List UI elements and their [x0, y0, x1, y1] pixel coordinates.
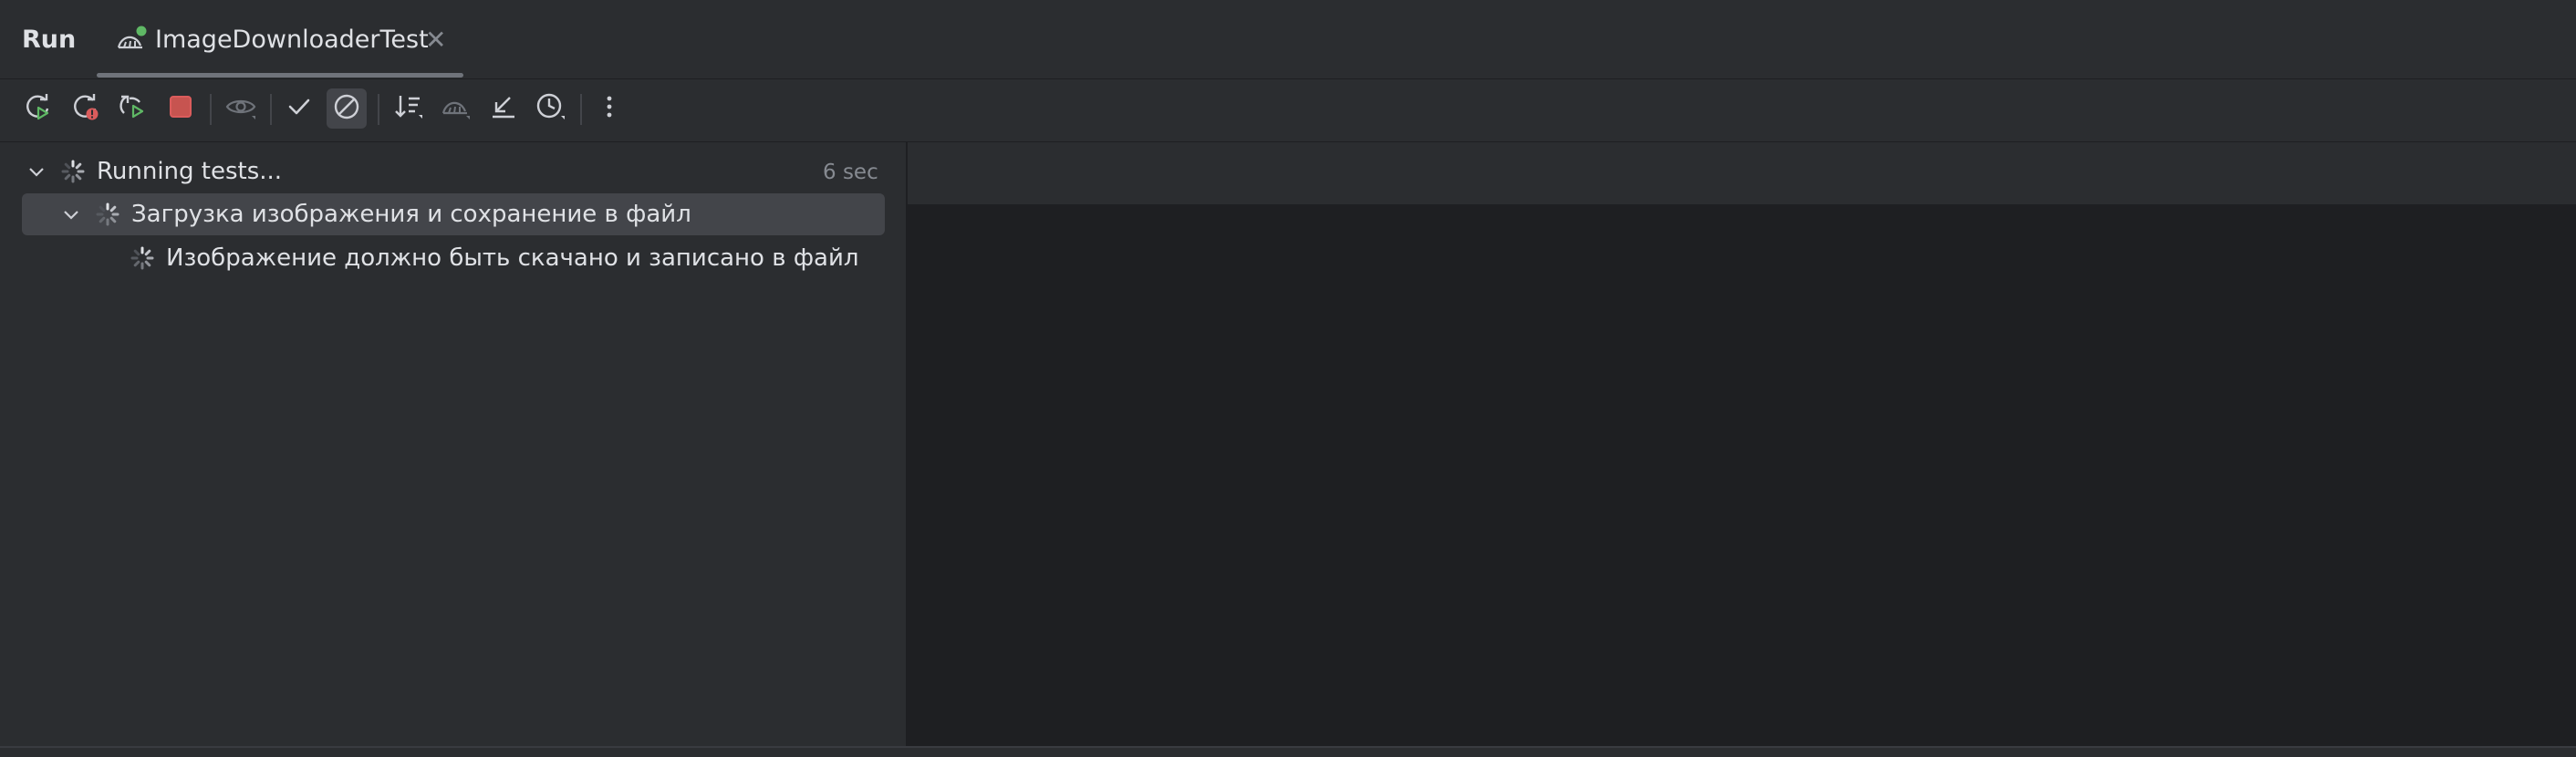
rerun-failed-button[interactable]	[66, 88, 106, 129]
tree-node-label: Загрузка изображения и сохранение в файл	[131, 201, 691, 228]
test-tree: Running tests... 6 sec Загрузка изображе…	[0, 142, 908, 746]
show-ignored-toggle-button[interactable]	[327, 88, 367, 129]
ignored-icon	[331, 91, 362, 126]
eye-icon	[224, 91, 257, 126]
more-options-button[interactable]	[589, 88, 629, 129]
tab-image-downloader-test[interactable]: ImageDownloaderTest ✕	[97, 5, 463, 78]
sort-icon	[392, 91, 425, 126]
run-test-icon	[115, 24, 148, 57]
import-tests-button[interactable]	[436, 88, 476, 129]
toolbar-separator	[580, 94, 582, 125]
clock-icon	[535, 91, 567, 126]
tree-node-suite[interactable]: Загрузка изображения и сохранение в файл	[22, 193, 885, 235]
bottom-edge	[0, 746, 2576, 757]
test-runner-toolbar	[0, 79, 2576, 142]
rerun-icon	[23, 91, 54, 126]
spinner-icon	[130, 245, 155, 271]
history-button[interactable]	[531, 88, 571, 129]
import-icon	[440, 91, 473, 126]
tab-selection-indicator	[97, 73, 463, 78]
show-passed-button[interactable]	[279, 88, 319, 129]
collapse-icon	[488, 91, 519, 126]
tree-node-root[interactable]: Running tests... 6 sec	[22, 150, 885, 192]
tree-node-label: Running tests...	[97, 158, 283, 185]
more-vertical-icon	[594, 91, 625, 126]
tool-window-header: Run ImageDownloaderTest ✕	[0, 5, 2576, 79]
auto-test-icon	[118, 91, 149, 126]
rerun-failed-icon	[70, 91, 101, 126]
close-icon[interactable]: ✕	[425, 25, 446, 55]
sort-button[interactable]	[389, 88, 429, 129]
tree-node-test[interactable]: Изображение должно быть скачано и записа…	[22, 237, 885, 279]
tool-window-title: Run	[22, 26, 77, 54]
rerun-button[interactable]	[18, 88, 58, 129]
chevron-down-icon[interactable]	[60, 203, 82, 225]
show-ignored-button[interactable]	[221, 88, 261, 129]
check-icon	[284, 91, 315, 126]
tree-node-label: Изображение должно быть скачано и записа…	[166, 244, 859, 272]
stop-icon	[165, 91, 196, 126]
collapse-button[interactable]	[483, 88, 524, 129]
stop-button[interactable]	[161, 88, 201, 129]
toolbar-separator	[210, 94, 212, 125]
toolbar-separator	[270, 94, 272, 125]
test-duration: 6 sec	[823, 161, 878, 184]
chevron-down-icon[interactable]	[26, 161, 47, 182]
spinner-icon	[95, 202, 120, 227]
toolbar-separator	[378, 94, 379, 125]
console-header	[908, 142, 2576, 204]
toggle-auto-test-button[interactable]	[113, 88, 153, 129]
spinner-icon	[60, 159, 86, 184]
run-tool-window: Run ImageDownloaderTest ✕ Running tests.…	[0, 0, 2576, 757]
tab-label: ImageDownloaderTest	[155, 26, 429, 54]
test-output-console[interactable]	[908, 142, 2576, 746]
